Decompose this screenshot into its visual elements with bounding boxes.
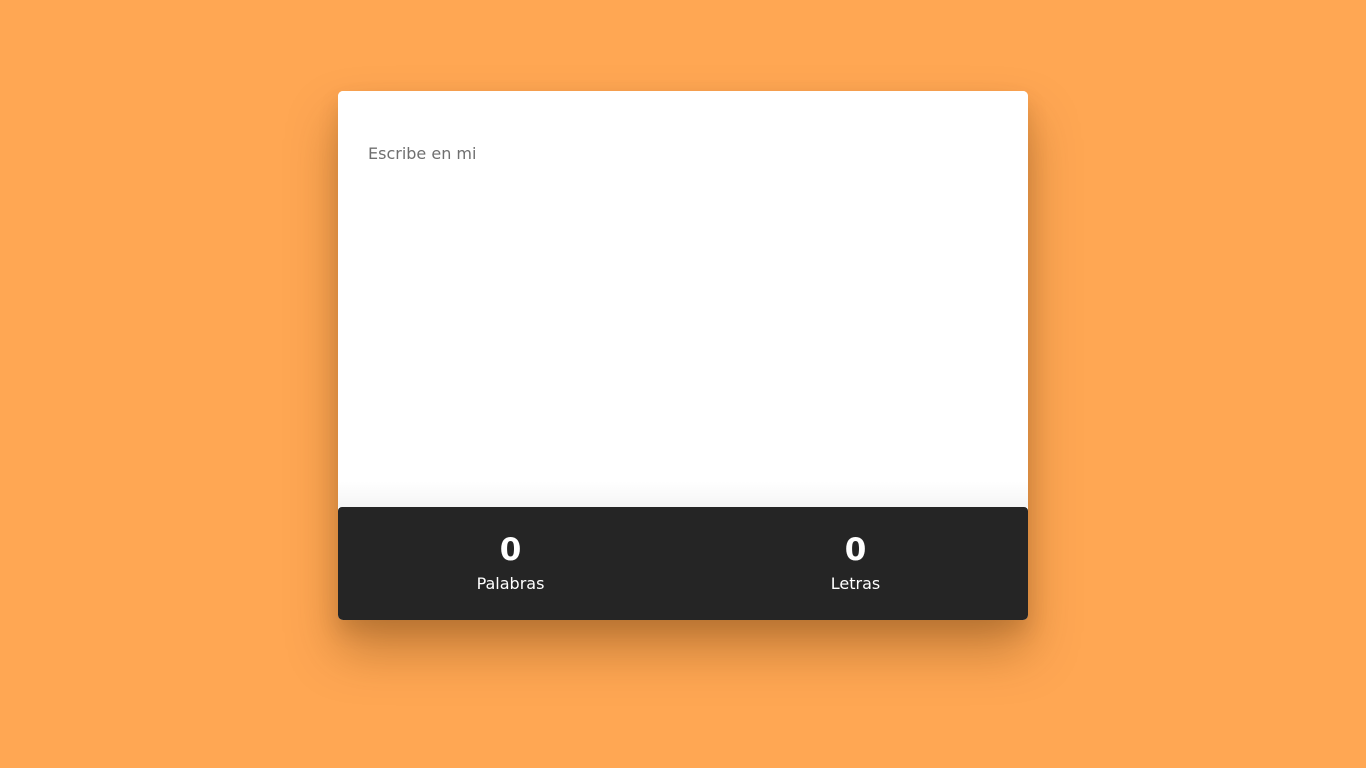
counter-card: 0 Palabras 0 Letras [338,91,1028,620]
letter-count-stat: 0 Letras [683,507,1028,620]
letter-count-label: Letras [830,574,881,593]
word-count-label: Palabras [476,574,545,593]
word-count-value: 0 [499,532,522,568]
stats-bar: 0 Palabras 0 Letras [338,507,1028,620]
word-count-stat: 0 Palabras [338,507,683,620]
letter-count-value: 0 [844,532,867,568]
text-input[interactable] [338,91,1028,507]
